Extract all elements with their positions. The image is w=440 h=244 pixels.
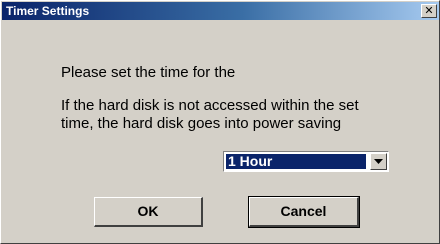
close-icon: ✕ bbox=[424, 4, 434, 17]
ok-button[interactable]: OK bbox=[94, 197, 203, 227]
timer-settings-dialog: Timer Settings ✕ Please set the time for… bbox=[0, 0, 440, 244]
close-button[interactable]: ✕ bbox=[421, 4, 437, 18]
description-line-2: time, the hard disk goes into power savi… bbox=[61, 115, 342, 132]
description-line-1: If the hard disk is not accessed within … bbox=[61, 97, 359, 114]
prompt-text: Please set the time for the bbox=[61, 64, 236, 81]
window-title: Timer Settings bbox=[6, 4, 90, 18]
timer-dropdown[interactable]: 1 Hour bbox=[223, 151, 389, 172]
timer-dropdown-value: 1 Hour bbox=[226, 154, 366, 169]
title-bar[interactable]: Timer Settings ✕ bbox=[2, 2, 439, 20]
dropdown-arrow-button[interactable] bbox=[370, 153, 387, 170]
chevron-down-icon bbox=[374, 159, 383, 164]
cancel-button[interactable]: Cancel bbox=[248, 196, 360, 228]
